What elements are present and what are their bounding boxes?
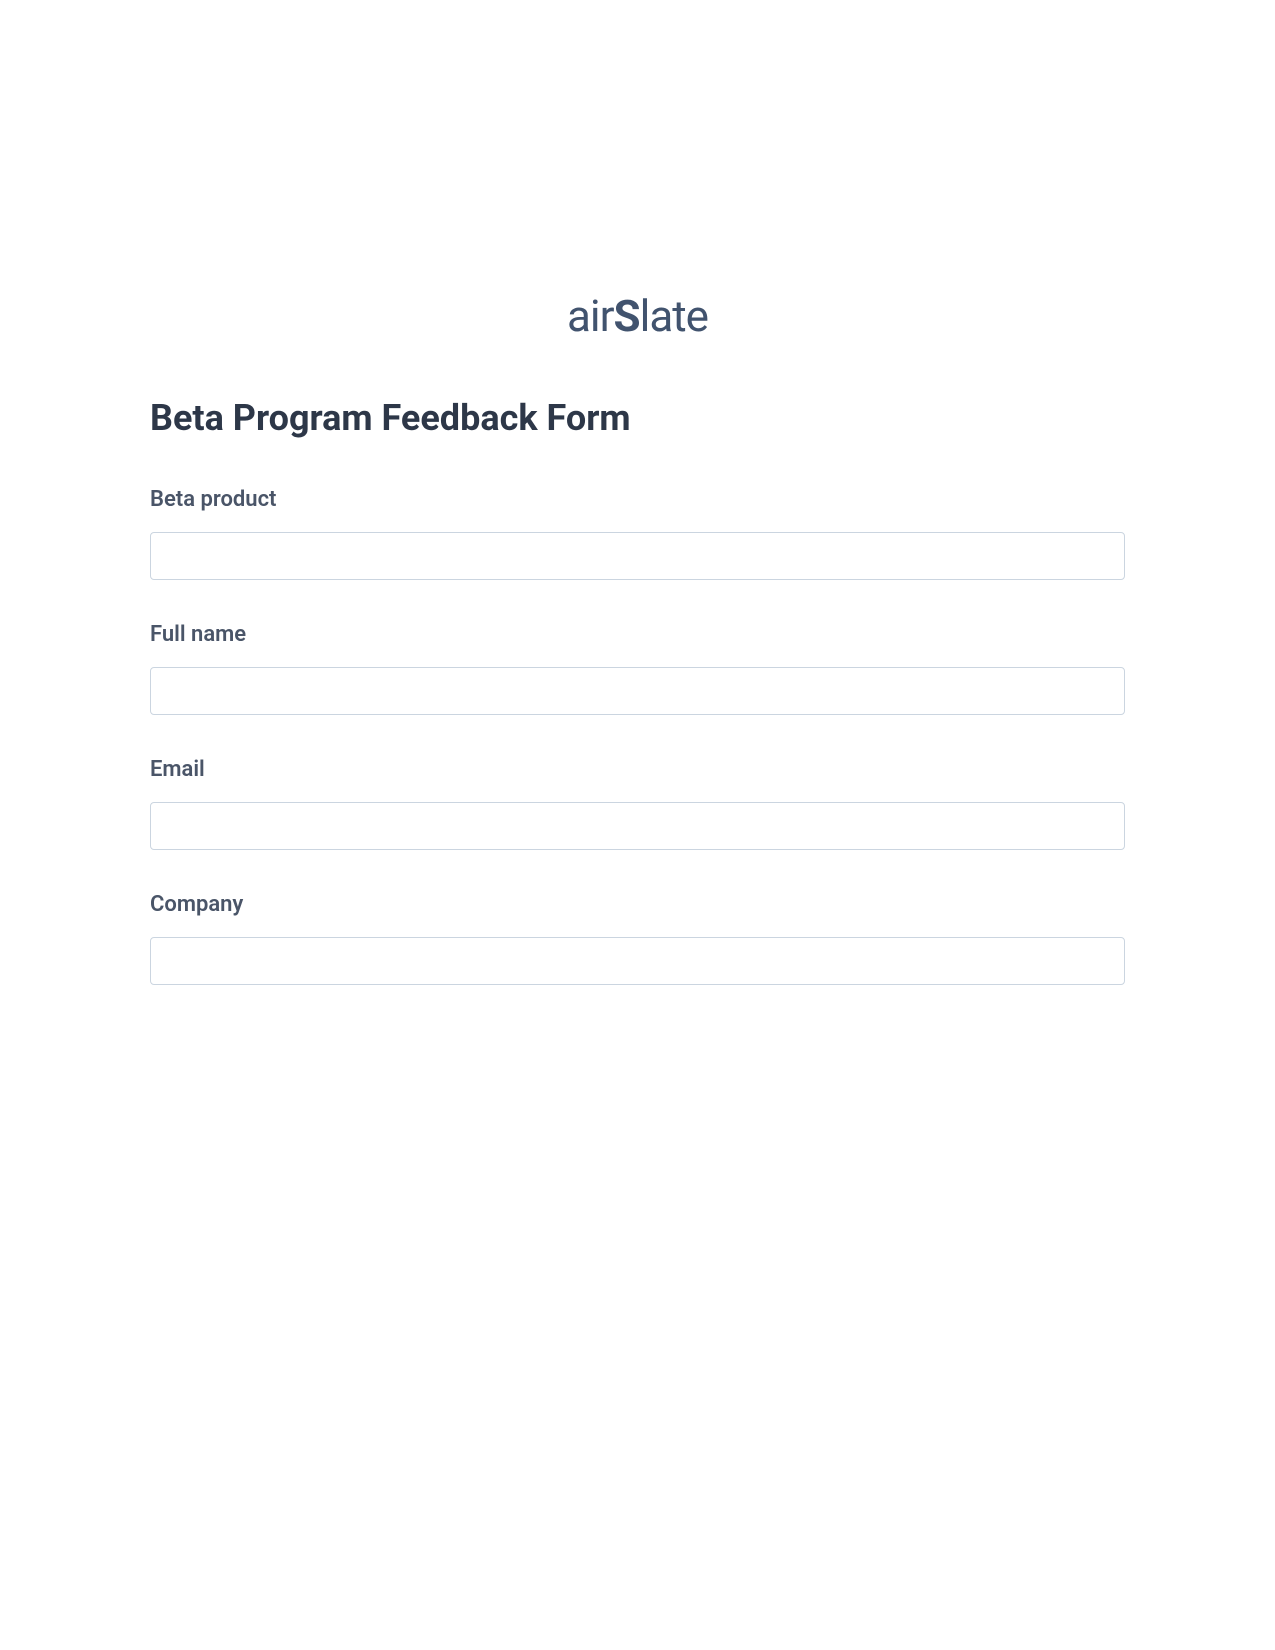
beta-product-input[interactable] [150,532,1125,580]
beta-product-label: Beta product [150,487,1125,512]
email-input[interactable] [150,802,1125,850]
full-name-input[interactable] [150,667,1125,715]
form-title: Beta Program Feedback Form [150,397,1125,439]
airslate-logo: airSlate [567,290,708,342]
company-input[interactable] [150,937,1125,985]
logo-wrapper: airSlate [150,290,1125,342]
form-group-full-name: Full name [150,622,1125,715]
form-group-email: Email [150,757,1125,850]
email-label: Email [150,757,1125,782]
company-label: Company [150,892,1125,917]
form-group-company: Company [150,892,1125,985]
form-group-beta-product: Beta product [150,487,1125,580]
full-name-label: Full name [150,622,1125,647]
